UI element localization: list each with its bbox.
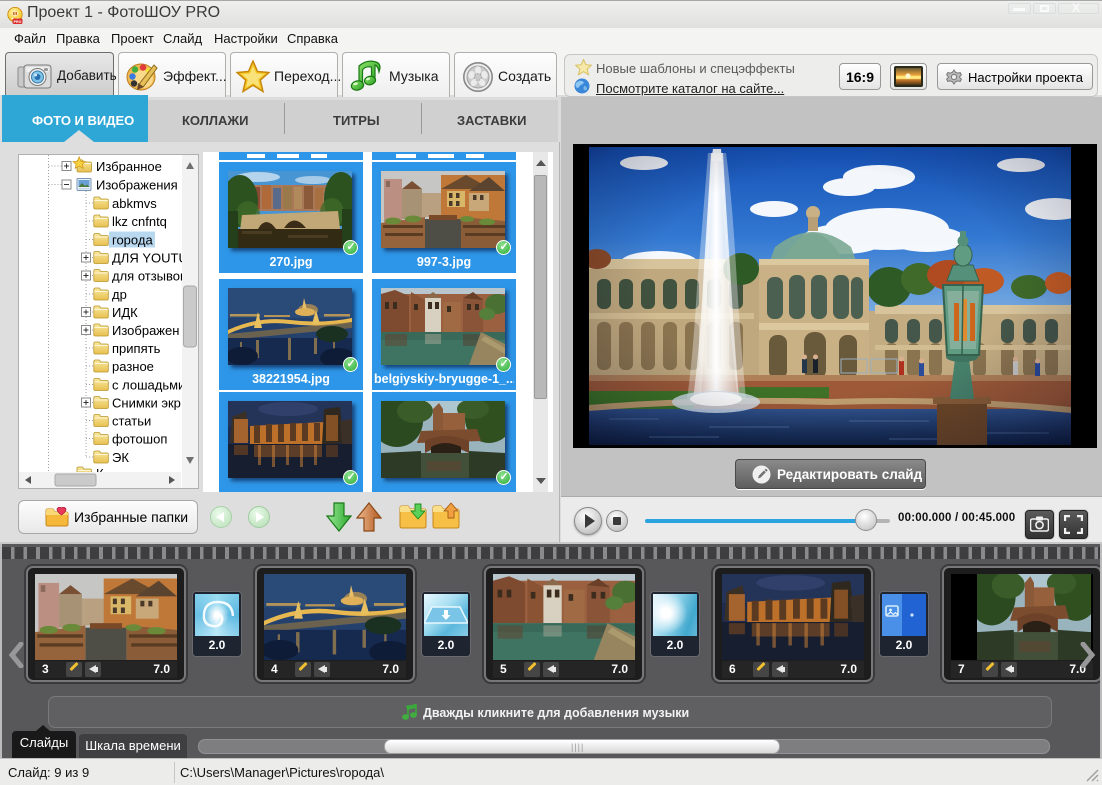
svg-text:ЭК: ЭК xyxy=(112,450,129,465)
svg-text:Изображения: Изображения xyxy=(96,178,178,193)
svg-text:Изображен: Изображен xyxy=(112,323,179,338)
svg-text:PRO: PRO xyxy=(14,20,22,24)
svg-text:ИДК: ИДК xyxy=(112,305,138,320)
svg-text:Избранное: Избранное xyxy=(96,159,162,174)
svg-text:припять: припять xyxy=(112,341,161,356)
svg-text:с лошадьми: с лошадьми xyxy=(112,378,185,393)
svg-text:abkmvs: abkmvs xyxy=(112,196,157,211)
svg-text:разное: разное xyxy=(112,359,154,374)
svg-text:др: др xyxy=(112,287,127,302)
svg-text:Снимки экр: Снимки экр xyxy=(112,396,181,411)
svg-text:города: города xyxy=(112,233,153,248)
svg-text:для отзывов: для отзывов xyxy=(112,269,187,284)
svg-text:lkz cnfntq: lkz cnfntq xyxy=(112,214,167,229)
svg-text:ДЛЯ YOUTU: ДЛЯ YOUTU xyxy=(112,251,188,266)
svg-text:фотошоп: фотошоп xyxy=(112,432,167,447)
svg-text:статьи: статьи xyxy=(112,414,151,429)
